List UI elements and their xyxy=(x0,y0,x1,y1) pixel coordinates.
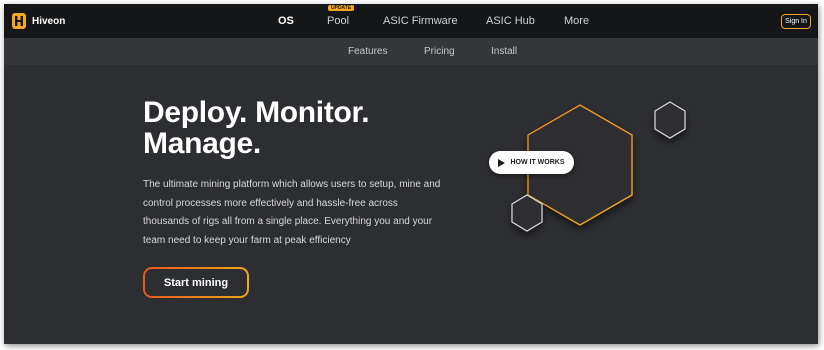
pool-update-badge: UPDATE xyxy=(328,5,355,11)
nav-item-pool[interactable]: Pool xyxy=(327,15,349,27)
sign-in-button[interactable]: Sign In xyxy=(781,14,811,29)
browser-page: Hiveon OS UPDATE Pool ASIC Firmware ASIC… xyxy=(4,4,818,344)
hero-headline-line-2: Manage. xyxy=(143,127,261,160)
top-navigation-bar: Hiveon OS UPDATE Pool ASIC Firmware ASIC… xyxy=(4,4,818,38)
hero-headline-line-1: Deploy. Monitor. xyxy=(143,96,370,129)
hero-headline: Deploy. Monitor. Manage. xyxy=(143,96,370,160)
hero-description: The ultimate mining platform which allow… xyxy=(143,179,441,246)
play-icon xyxy=(498,158,506,167)
nav-item-asic-hub[interactable]: ASIC Hub xyxy=(486,15,535,27)
how-it-works-button[interactable]: HOW IT WORKS xyxy=(489,151,574,174)
nav-item-os[interactable]: OS xyxy=(278,15,294,27)
subnav-item-features[interactable]: Features xyxy=(348,46,387,57)
main-nav: OS UPDATE Pool ASIC Firmware ASIC Hub Mo… xyxy=(4,4,818,38)
subnav-item-pricing[interactable]: Pricing xyxy=(424,46,455,57)
start-mining-label: Start mining xyxy=(145,269,247,296)
nav-item-more[interactable]: More xyxy=(564,15,589,27)
os-sub-navigation: Features Pricing Install xyxy=(4,38,818,65)
nav-item-asic-firmware[interactable]: ASIC Firmware xyxy=(383,15,458,27)
subnav-item-install[interactable]: Install xyxy=(491,46,517,57)
how-it-works-label: HOW IT WORKS xyxy=(510,159,565,166)
small-hexagon-top-right xyxy=(654,101,686,139)
start-mining-button[interactable]: Start mining xyxy=(143,267,249,298)
